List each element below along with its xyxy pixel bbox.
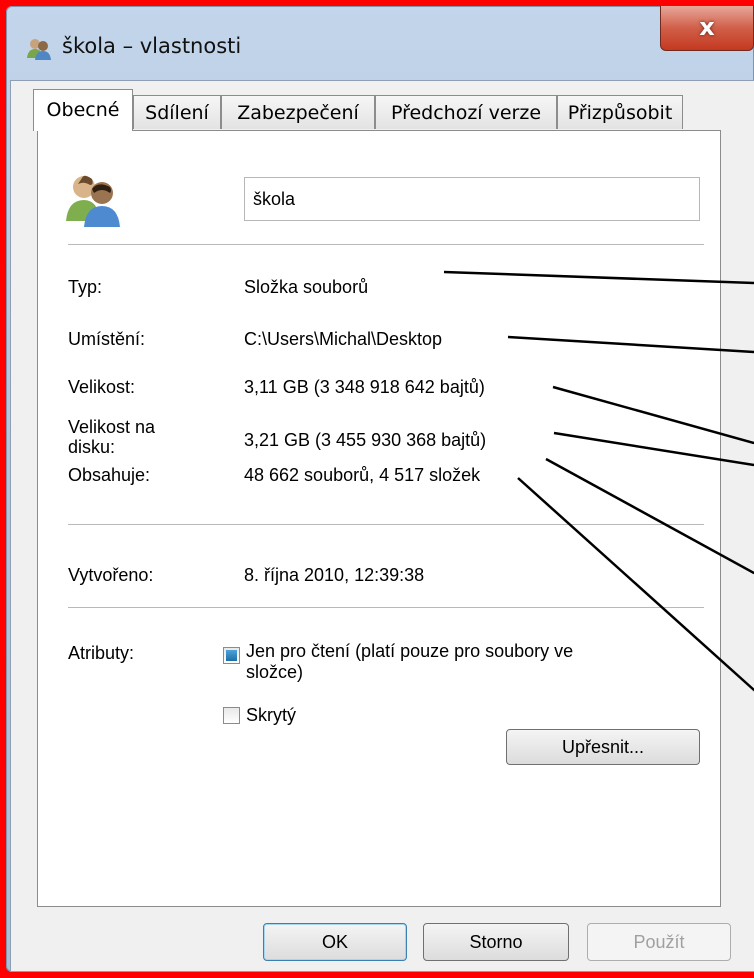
users-folder-icon: [27, 39, 51, 60]
attributes-label: Atributy:: [68, 643, 135, 663]
readonly-label[interactable]: Jen pro čtení (platí pouze pro soubory v…: [246, 641, 573, 683]
size-on-disk-label-line1: Velikost na: [68, 417, 156, 437]
tab-previous-versions[interactable]: Předchozí verze: [375, 95, 557, 129]
size-value: 3,11 GB (3 348 918 642 bajtů): [244, 377, 485, 397]
divider: [68, 244, 704, 245]
close-button[interactable]: x: [660, 6, 754, 51]
location-label: Umístění:: [68, 329, 146, 349]
size-on-disk-label: Velikost na disku:: [68, 417, 155, 457]
type-label: Typ:: [68, 277, 103, 297]
type-value: Složka souborů: [244, 277, 369, 297]
tab-sharing[interactable]: Sdílení: [133, 95, 221, 129]
tab-general[interactable]: Obecné: [33, 89, 133, 131]
size-on-disk-label-line2: disku:: [68, 437, 116, 457]
size-label: Velikost:: [68, 377, 136, 397]
dialog-client: Obecné Sdílení Zabezpečení Předchozí ver…: [10, 80, 754, 972]
readonly-label-line1: Jen pro čtení (platí pouze pro soubory v…: [246, 641, 574, 661]
cancel-button[interactable]: Storno: [423, 923, 569, 961]
apply-button: Použít: [587, 923, 731, 961]
divider: [68, 524, 704, 525]
title-bar[interactable]: škola – vlastnosti x: [6, 6, 754, 80]
contains-value: 48 662 souborů, 4 517 složek: [244, 465, 481, 485]
readonly-checkbox[interactable]: [223, 647, 240, 664]
properties-window: škola – vlastnosti x Obecné Sdílení Zabe…: [6, 6, 754, 972]
general-panel: škola Typ: Složka souborů Umístění: C:\U…: [37, 130, 721, 907]
contains-label: Obsahuje:: [68, 465, 151, 485]
divider: [68, 607, 704, 608]
created-label: Vytvořeno:: [68, 565, 154, 585]
size-on-disk-value: 3,21 GB (3 455 930 368 bajtů): [244, 430, 487, 450]
users-folder-icon: [66, 175, 120, 227]
readonly-label-line2: složce): [246, 662, 304, 682]
hidden-checkbox[interactable]: [223, 707, 240, 724]
hidden-label[interactable]: Skrytý: [246, 705, 296, 726]
tab-customize[interactable]: Přizpůsobit: [557, 95, 683, 129]
created-value: 8. října 2010, 12:39:38: [244, 565, 425, 585]
advanced-button[interactable]: Upřesnit...: [506, 729, 700, 765]
location-value: C:\Users\Michal\Desktop: [244, 329, 443, 349]
tab-security[interactable]: Zabezpečení: [221, 95, 375, 129]
ok-button[interactable]: OK: [263, 923, 407, 961]
folder-name-field[interactable]: škola: [244, 177, 700, 221]
window-title: škola – vlastnosti: [62, 34, 242, 58]
